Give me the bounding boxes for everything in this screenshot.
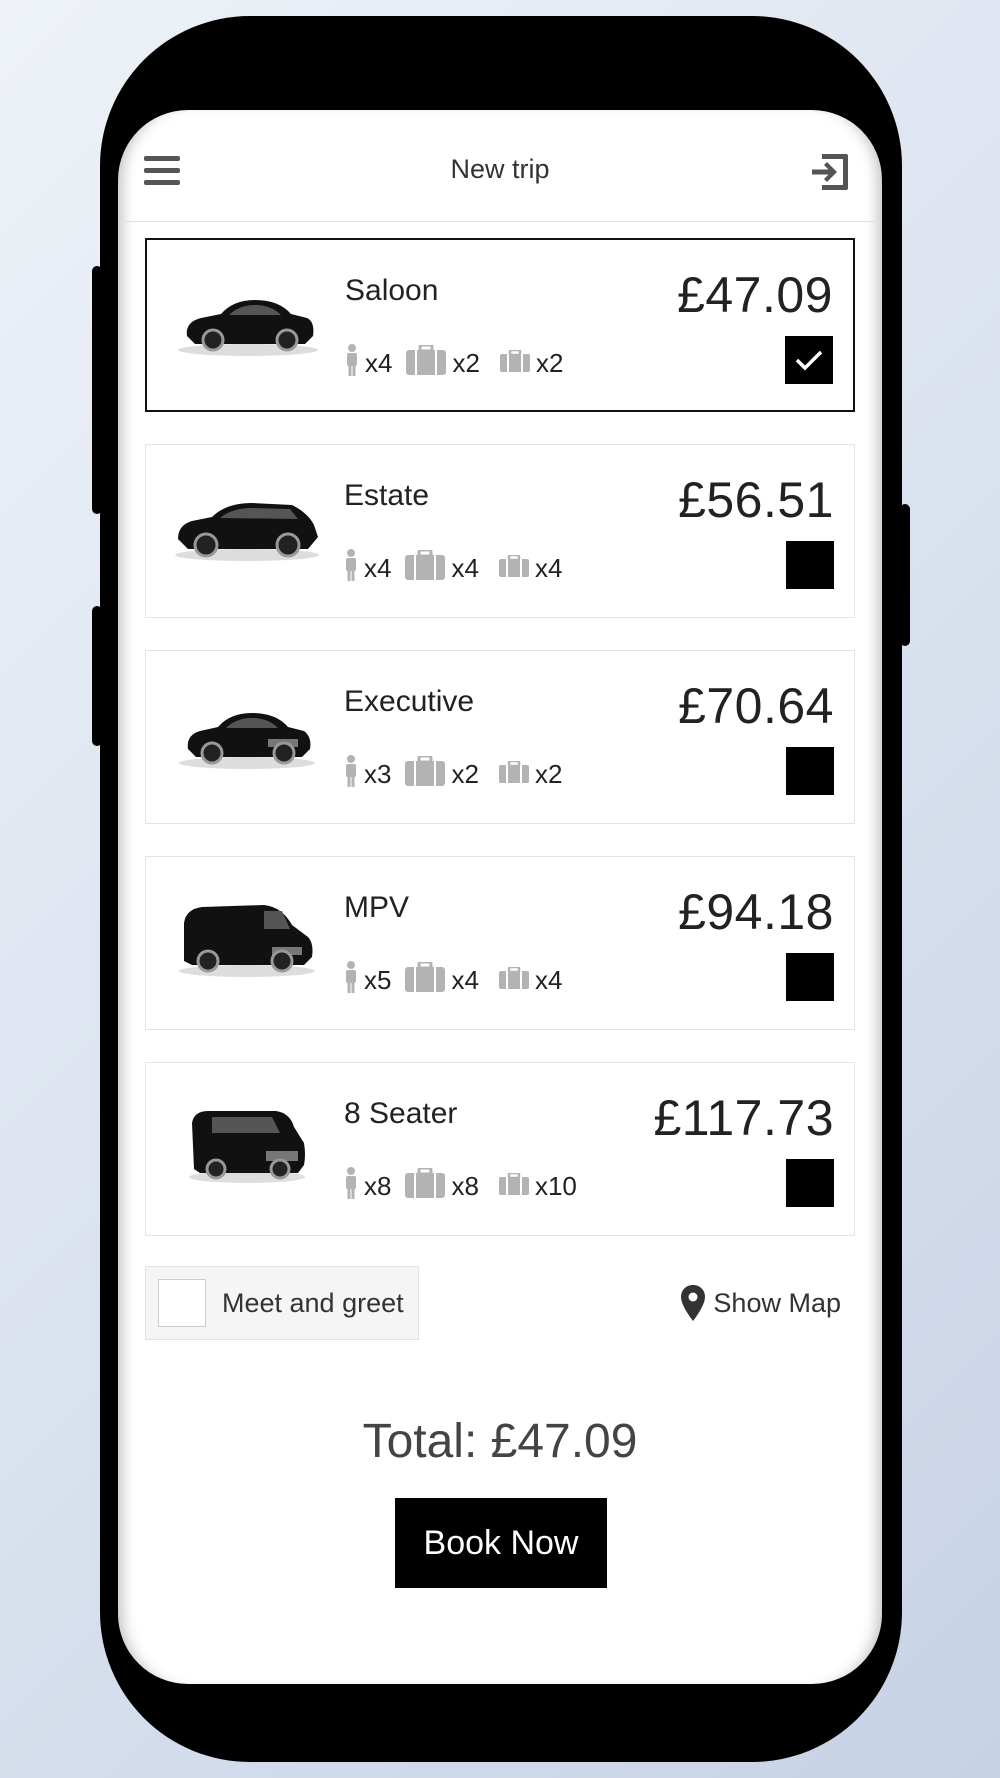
executive-car-image [172,681,322,781]
passenger-count: x8 [364,1170,392,1201]
large-luggage-count: x2 [452,347,480,378]
vehicle-list: Saloon £47.09 x4 x2 x2 Estate £56.51 x4 … [145,238,855,1268]
passenger-count: x4 [365,347,393,378]
large-luggage-icon [405,1166,446,1205]
vehicle-card-executive[interactable]: Executive £70.64 x3 x2 x2 [145,650,855,824]
large-luggage-icon [405,548,446,587]
small-luggage-count: x2 [534,758,563,789]
vehicle-price: £56.51 [678,472,834,528]
vehicle-name: MPV [344,891,410,924]
show-map-button[interactable]: Show Map [681,1284,841,1322]
vehicle-price: £47.09 [677,267,833,323]
top-bar: New trip [118,110,882,222]
volume-up-button [92,266,102,514]
app-screen: New trip Saloon £47.09 x4 x2 x2 Estate £… [118,110,882,1684]
vehicle-card-saloon[interactable]: Saloon £47.09 x4 x2 x2 [145,238,855,412]
passenger-icon [344,548,358,588]
trip-options: Meet and greet Show Map [145,1266,855,1340]
meet-and-greet-toggle[interactable]: Meet and greet [145,1266,419,1340]
show-map-label: Show Map [713,1287,841,1318]
passenger-count: x4 [364,552,392,583]
checkmark-icon [795,350,823,371]
vehicle-price: £94.18 [678,884,834,940]
small-luggage-icon [498,553,529,584]
vehicle-card-mpv[interactable]: MPV £94.18 x5 x4 x4 [145,856,855,1030]
saloon-car-image [173,270,323,370]
passenger-count: x3 [364,758,392,789]
book-now-button[interactable]: Book Now [395,1498,607,1588]
volume-down-button [92,606,102,746]
passenger-icon [344,960,358,1000]
power-button [900,504,910,646]
mpv-car-image [172,887,322,987]
passenger-count: x5 [364,964,392,995]
large-luggage-icon [405,754,446,793]
small-luggage-icon [499,348,530,379]
small-luggage-count: x4 [534,964,563,995]
vehicle-capacity: x4 x2 x2 [345,343,577,383]
passenger-icon [344,754,358,794]
small-luggage-icon [498,759,529,790]
small-luggage-count: x2 [535,347,564,378]
large-luggage-count: x4 [451,964,479,995]
estate-car-image [172,475,322,575]
map-pin-icon [681,1285,706,1321]
vehicle-select-checkbox[interactable] [786,1159,834,1207]
meet-and-greet-checkbox[interactable] [158,1279,206,1327]
vehicle-card-8-seater[interactable]: 8 Seater £117.73 x8 x8 x10 [145,1062,855,1236]
passenger-icon [344,1166,358,1206]
passenger-icon [345,343,359,383]
page-title: New trip [450,154,550,184]
vehicle-capacity: x8 x8 x10 [344,1166,591,1206]
8-seater-car-image [172,1093,322,1193]
large-luggage-icon [405,960,446,999]
total-price: Total: £47.09 [362,1415,638,1468]
vehicle-select-checkbox[interactable] [786,541,834,589]
small-luggage-icon [498,965,529,996]
vehicle-price: £70.64 [678,678,834,734]
small-luggage-icon [498,1171,529,1202]
vehicle-capacity: x5 x4 x4 [344,960,576,1000]
vehicle-price: £117.73 [653,1090,834,1146]
large-luggage-icon [406,343,447,382]
large-luggage-count: x8 [451,1170,479,1201]
vehicle-name: Executive [344,685,475,718]
vehicle-select-checkbox[interactable] [785,336,833,384]
small-luggage-count: x10 [534,1170,577,1201]
vehicle-capacity: x3 x2 x2 [344,754,576,794]
vehicle-name: Saloon [345,274,439,307]
vehicle-select-checkbox[interactable] [786,747,834,795]
vehicle-name: 8 Seater [344,1097,458,1130]
exit-icon[interactable] [808,150,852,194]
vehicle-capacity: x4 x4 x4 [344,548,576,588]
vehicle-card-estate[interactable]: Estate £56.51 x4 x4 x4 [145,444,855,618]
large-luggage-count: x2 [451,758,479,789]
large-luggage-count: x4 [451,552,479,583]
vehicle-name: Estate [344,479,430,512]
small-luggage-count: x4 [534,552,563,583]
vehicle-select-checkbox[interactable] [786,953,834,1001]
meet-and-greet-label: Meet and greet [222,1288,404,1318]
